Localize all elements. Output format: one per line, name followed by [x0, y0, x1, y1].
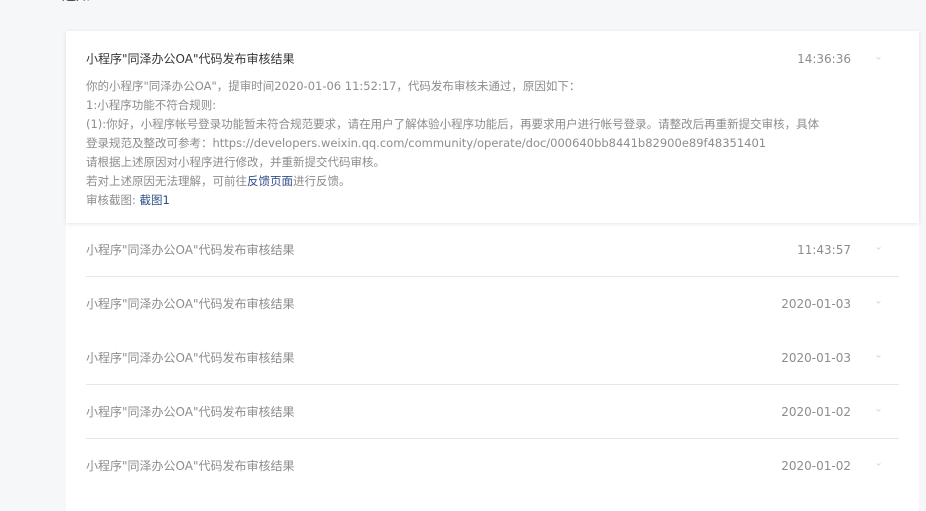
- message-header[interactable]: 小程序"同泽办公OA"代码发布审核结果 2020-01-03: [86, 277, 899, 331]
- chevron-up-icon: [876, 55, 881, 60]
- page-title: 通知: [62, 0, 90, 4]
- screenshot-link[interactable]: 截图1: [140, 193, 170, 207]
- feedback-text-prefix: 若对上述原因无法理解，可前往: [86, 174, 247, 188]
- message-time: 2020-01-02: [781, 459, 851, 473]
- chevron-down-icon: [876, 245, 881, 250]
- feedback-page-link[interactable]: 反馈页面: [247, 174, 293, 188]
- message-body-line: 请根据上述原因对小程序进行修改，并重新提交代码审核。: [86, 155, 385, 169]
- message-time: 2020-01-03: [781, 351, 851, 365]
- screenshot-label: 审核截图:: [86, 193, 140, 207]
- expand-toggle[interactable]: [871, 439, 887, 493]
- message-header[interactable]: 小程序"同泽办公OA"代码发布审核结果 11:43:57: [86, 223, 899, 277]
- message-title: 小程序"同泽办公OA"代码发布审核结果: [86, 351, 295, 365]
- chevron-down-icon: [876, 407, 881, 412]
- message-body-line: 审核截图: 截图1: [86, 191, 866, 210]
- message-body: 你的小程序"同泽办公OA"，提审时间2020-01-06 11:52:17，代码…: [86, 77, 866, 210]
- message-header[interactable]: 小程序"同泽办公OA"代码发布审核结果 14:36:36: [66, 31, 919, 77]
- message-item[interactable]: 小程序"同泽办公OA"代码发布审核结果 11:43:57: [86, 223, 899, 277]
- message-header[interactable]: 小程序"同泽办公OA"代码发布审核结果 2020-01-02: [86, 439, 899, 493]
- chevron-down-icon: [876, 299, 881, 304]
- message-item[interactable]: 小程序"同泽办公OA"代码发布审核结果 2020-01-02: [86, 385, 899, 439]
- message-body-line: 你的小程序"同泽办公OA"，提审时间2020-01-06 11:52:17，代码…: [86, 79, 581, 93]
- expand-toggle[interactable]: [871, 223, 887, 277]
- message-body-line: 登录规范及整改可参考：https://developers.weixin.qq.…: [86, 136, 767, 150]
- message-time: 2020-01-03: [781, 297, 851, 311]
- message-header[interactable]: 小程序"同泽办公OA"代码发布审核结果 2020-01-02: [86, 385, 899, 439]
- message-body-line: (1):你好，小程序帐号登录功能暂未符合规范要求，请在用户了解体验小程序功能后，…: [86, 117, 820, 131]
- feedback-text-suffix: 进行反馈。: [293, 174, 351, 188]
- collapse-toggle[interactable]: [871, 31, 887, 77]
- message-time: 11:43:57: [797, 243, 851, 257]
- message-item-expanded[interactable]: 小程序"同泽办公OA"代码发布审核结果 14:36:36 你的小程序"同泽办公O…: [66, 31, 919, 223]
- message-title: 小程序"同泽办公OA"代码发布审核结果: [86, 243, 295, 257]
- message-item[interactable]: 小程序"同泽办公OA"代码发布审核结果 2020-01-03: [86, 331, 899, 385]
- message-item[interactable]: 小程序"同泽办公OA"代码发布审核结果 2020-01-03: [86, 277, 899, 331]
- message-item[interactable]: 小程序"同泽办公OA"代码发布审核结果 2020-01-02: [86, 439, 899, 493]
- message-header[interactable]: 小程序"同泽办公OA"代码发布审核结果 2020-01-03: [86, 331, 899, 385]
- expand-toggle[interactable]: [871, 385, 887, 439]
- message-title: 小程序"同泽办公OA"代码发布审核结果: [86, 459, 295, 473]
- message-body-line: 1:小程序功能不符合规则:: [86, 98, 217, 112]
- chevron-down-icon: [876, 461, 881, 466]
- message-title: 小程序"同泽办公OA"代码发布审核结果: [86, 405, 295, 419]
- message-time: 2020-01-02: [781, 405, 851, 419]
- message-title: 小程序"同泽办公OA"代码发布审核结果: [86, 297, 295, 311]
- expand-toggle[interactable]: [871, 277, 887, 331]
- chevron-down-icon: [876, 353, 881, 358]
- expand-toggle[interactable]: [871, 331, 887, 385]
- message-body-line: 若对上述原因无法理解，可前往反馈页面进行反馈。: [86, 172, 866, 191]
